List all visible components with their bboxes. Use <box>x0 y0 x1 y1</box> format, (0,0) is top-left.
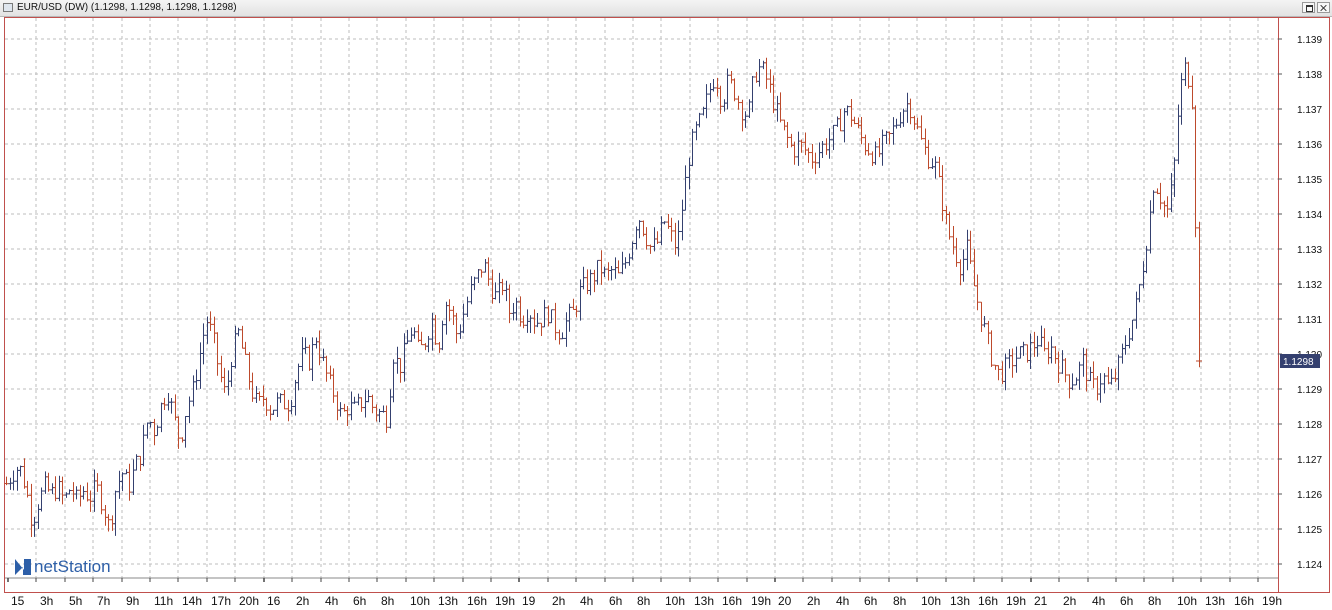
time-tick-label: 16h <box>467 594 487 608</box>
chart-window: EUR/USD (DW) (1.1298, 1.1298, 1.1298, 1.… <box>0 0 1332 610</box>
time-tick-label: 4h <box>1092 594 1105 608</box>
price-tick-label: 1.138 <box>1297 70 1322 81</box>
time-tick-label: 6h <box>353 594 366 608</box>
price-tick-label: 1.124 <box>1297 560 1322 571</box>
time-tick-label: 9h <box>126 594 139 608</box>
price-tick-label: 1.133 <box>1297 245 1322 256</box>
time-tick-label: 5h <box>69 594 82 608</box>
time-tick-label: 3h <box>40 594 53 608</box>
price-tick-label: 1.136 <box>1297 140 1322 151</box>
time-tick-label: 4h <box>836 594 849 608</box>
netstation-n-icon <box>15 559 31 575</box>
time-tick-label: 19h <box>495 594 515 608</box>
time-tick-label: 4h <box>325 594 338 608</box>
time-tick-label: 10h <box>1177 594 1197 608</box>
time-tick-label: 6h <box>609 594 622 608</box>
chart-window-icon <box>3 3 13 12</box>
time-tick-label: 2h <box>807 594 820 608</box>
time-tick-label: 6h <box>864 594 877 608</box>
price-tick-label: 1.127 <box>1297 455 1322 466</box>
window-title: EUR/USD (DW) (1.1298, 1.1298, 1.1298, 1.… <box>17 2 237 13</box>
time-tick-label: 13h <box>1205 594 1225 608</box>
time-tick-label: 2h <box>1063 594 1076 608</box>
price-tick-label: 1.132 <box>1297 280 1322 291</box>
time-tick-label: 13h <box>950 594 970 608</box>
time-tick-label: 16h <box>1234 594 1254 608</box>
price-tick-label: 1.131 <box>1297 315 1322 326</box>
time-tick-label: 17h <box>211 594 231 608</box>
time-tick-label: 15 <box>11 594 25 608</box>
time-tick-label: 16h <box>978 594 998 608</box>
price-tick-label: 1.134 <box>1297 210 1322 221</box>
time-tick-label: 14h <box>182 594 202 608</box>
time-tick-label: 4h <box>580 594 593 608</box>
time-tick-label: 13h <box>438 594 458 608</box>
time-tick-label: 7h <box>97 594 110 608</box>
time-tick-label: 8h <box>893 594 906 608</box>
close-icon[interactable] <box>1317 2 1330 13</box>
price-tick-label: 1.135 <box>1297 175 1322 186</box>
time-tick-label: 19h <box>1262 594 1282 608</box>
price-tick-label: 1.128 <box>1297 420 1322 431</box>
time-tick-label: 20 <box>778 594 792 608</box>
time-tick-label: 8h <box>381 594 394 608</box>
time-tick-label: 20h <box>239 594 259 608</box>
price-tick-label: 1.126 <box>1297 490 1322 501</box>
time-tick-label: 8h <box>637 594 650 608</box>
price-tick-label: 1.125 <box>1297 525 1322 536</box>
price-chart[interactable]: 1.1241.1251.1261.1271.1281.1291.1301.131… <box>0 16 1332 610</box>
time-tick-label: 19 <box>522 594 536 608</box>
time-tick-label: 8h <box>1148 594 1161 608</box>
time-tick-label: 10h <box>665 594 685 608</box>
restore-icon[interactable] <box>1302 2 1315 13</box>
time-tick-label: 11h <box>154 594 173 608</box>
price-tick-label: 1.137 <box>1297 105 1322 116</box>
time-tick-label: 19h <box>1006 594 1026 608</box>
time-tick-label: 10h <box>921 594 941 608</box>
time-tick-label: 16h <box>722 594 742 608</box>
brand-name: netStation <box>34 557 111 576</box>
time-tick-label: 2h <box>296 594 309 608</box>
time-tick-label: 10h <box>410 594 430 608</box>
time-tick-label: 19h <box>751 594 771 608</box>
time-tick-label: 16 <box>267 594 281 608</box>
price-tick-label: 1.139 <box>1297 35 1322 46</box>
time-tick-label: 21 <box>1034 594 1048 608</box>
time-tick-label: 13h <box>694 594 714 608</box>
time-tick-label: 2h <box>552 594 565 608</box>
plot-frame <box>4 17 1279 593</box>
window-titlebar[interactable]: EUR/USD (DW) (1.1298, 1.1298, 1.1298, 1.… <box>0 0 1332 17</box>
last-price-label: 1.1298 <box>1283 357 1314 368</box>
price-axis-frame <box>1278 17 1330 593</box>
time-tick-label: 6h <box>1120 594 1133 608</box>
netstation-logo: netStation <box>14 556 111 578</box>
price-tick-label: 1.129 <box>1297 385 1322 396</box>
